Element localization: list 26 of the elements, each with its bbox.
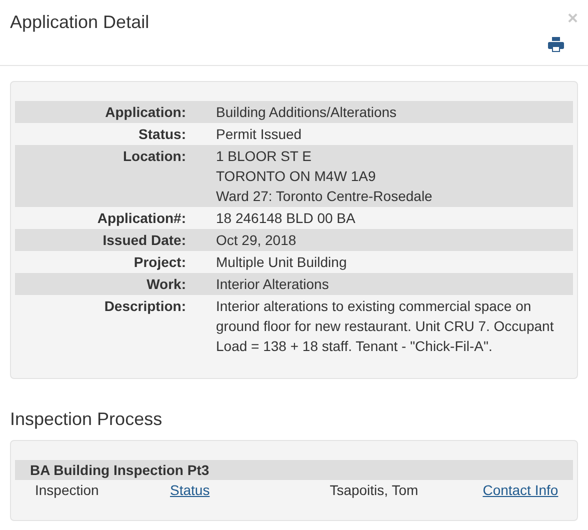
- group-header: BA Building Inspection Pt3: [15, 460, 573, 480]
- field-value: Building Additions/Alterations: [216, 103, 398, 122]
- dialog-title: Application Detail: [10, 12, 150, 33]
- field-value: Oct 29, 2018: [216, 231, 298, 250]
- field-value: TORONTO ON M4W 1A9: [216, 167, 377, 186]
- field-value: Interior Alterations: [216, 275, 330, 294]
- field-label: Location:: [122, 147, 186, 166]
- field-label: Issued Date:: [102, 231, 186, 250]
- field-label: Description:: [103, 297, 186, 316]
- field-label: Status:: [138, 125, 186, 144]
- field-value: Ward 27: Toronto Centre-Rosedale: [216, 187, 434, 206]
- printer-icon[interactable]: [548, 37, 564, 52]
- field-label: Application#:: [96, 209, 186, 228]
- field-value: 1 BLOOR ST E: [216, 147, 312, 166]
- contact-info-link[interactable]: Contact Info: [482, 480, 558, 500]
- field-label: Project:: [132, 253, 186, 272]
- field-label: Application:: [104, 103, 186, 122]
- inspection-type: Inspection: [35, 481, 100, 500]
- section-heading: Inspection Process: [10, 409, 164, 430]
- status-link[interactable]: Status: [170, 480, 210, 500]
- field-value: Interior alterations to existing commercial space on ground floor for new restaurant. Unit CRU 7. Occupant Load = 138 + 18 staff. Tenant - "Chick-Fil-A".: [216, 297, 555, 356]
- field-value: Multiple Unit Building: [216, 253, 348, 272]
- field-value: 18 246148 BLD 00 BA: [216, 209, 356, 228]
- field-label: Work:: [146, 275, 186, 294]
- inspector-name: Tsapoitis, Tom: [330, 481, 420, 500]
- field-value: Permit Issued: [216, 125, 303, 144]
